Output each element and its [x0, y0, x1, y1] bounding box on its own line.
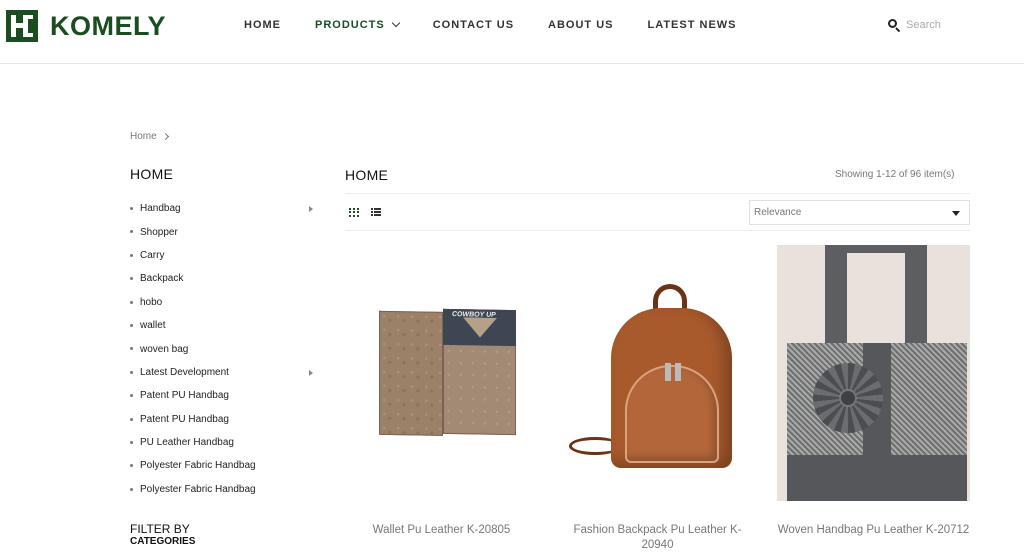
nav-latest-news[interactable]: LATEST NEWS — [647, 19, 736, 31]
product-image[interactable] — [561, 245, 754, 501]
category-item[interactable]: Polyester Fabric Handbag — [130, 454, 320, 477]
nav-home[interactable]: HOME — [244, 19, 281, 31]
sort-select[interactable]: Relevance — [749, 200, 970, 225]
logo-text: KOMELY — [50, 10, 167, 41]
category-item[interactable]: Patent PU Handbag — [130, 384, 320, 407]
grid-view-icon[interactable] — [349, 208, 359, 217]
chevron-right-icon — [161, 132, 169, 141]
product-image[interactable] — [777, 245, 970, 501]
list-view-icon[interactable] — [371, 208, 381, 216]
category-item[interactable]: Shopper — [130, 220, 320, 243]
sidebar: HOME Handbag Shopper Carry Backpack hobo… — [130, 166, 320, 501]
category-item[interactable]: Patent PU Handbag — [130, 408, 320, 431]
product-image[interactable]: COWBOY UP — [345, 245, 538, 501]
category-item[interactable]: Latest Development — [130, 361, 320, 384]
filter-title: FILTER BY — [130, 522, 190, 536]
product-card[interactable]: COWBOY UP Wallet Pu Leather K-20805 — [345, 245, 538, 536]
breadcrumb-home[interactable]: Home — [130, 131, 157, 142]
page-title: HOME — [345, 167, 389, 183]
nav-products[interactable]: PRODUCTS — [315, 18, 400, 31]
caret-down-icon — [952, 211, 960, 216]
logo[interactable]: KOMELY — [6, 10, 166, 42]
search-icon[interactable] — [888, 19, 901, 33]
result-count: Showing 1-12 of 96 item(s) — [835, 169, 955, 180]
product-card[interactable]: Woven Handbag Pu Leather K-20712 — [777, 245, 970, 536]
product-name[interactable]: Woven Handbag Pu Leather K-20712 — [777, 523, 970, 538]
filter-subtitle: CATEGORIES — [130, 536, 196, 547]
category-item[interactable]: wallet — [130, 314, 320, 337]
category-item[interactable]: Handbag — [130, 197, 320, 220]
category-item[interactable]: Backpack — [130, 267, 320, 290]
breadcrumb: Home — [130, 131, 169, 142]
product-card[interactable]: Fashion Backpack Pu Leather K-20940 — [561, 245, 754, 551]
category-list: Handbag Shopper Carry Backpack hobo wall… — [130, 197, 320, 501]
main-nav: HOME PRODUCTS CONTACT US ABOUT US LATEST… — [244, 18, 771, 31]
category-item[interactable]: Polyester Fabric Handbag — [130, 478, 320, 501]
caret-right-icon[interactable] — [309, 369, 313, 376]
nav-contact-us[interactable]: CONTACT US — [433, 19, 514, 31]
category-item[interactable]: PU Leather Handbag — [130, 431, 320, 454]
chevron-down-icon — [391, 18, 400, 28]
product-name[interactable]: Wallet Pu Leather K-20805 — [345, 523, 538, 538]
sort-value: Relevance — [754, 207, 802, 218]
sidebar-title: HOME — [130, 166, 174, 182]
product-name[interactable]: Fashion Backpack Pu Leather K-20940 — [561, 523, 754, 553]
divider — [345, 193, 970, 194]
nav-about-us[interactable]: ABOUT US — [548, 19, 613, 31]
caret-right-icon[interactable] — [309, 206, 313, 212]
search-input[interactable] — [906, 19, 1016, 31]
category-item[interactable]: Carry — [130, 244, 320, 267]
divider — [345, 230, 970, 231]
site-header: KOMELY HOME PRODUCTS CONTACT US ABOUT US… — [0, 0, 1024, 64]
search-box — [888, 19, 1016, 33]
category-item[interactable]: woven bag — [130, 337, 320, 360]
logo-mark-icon — [6, 10, 38, 42]
category-item[interactable]: hobo — [130, 291, 320, 314]
